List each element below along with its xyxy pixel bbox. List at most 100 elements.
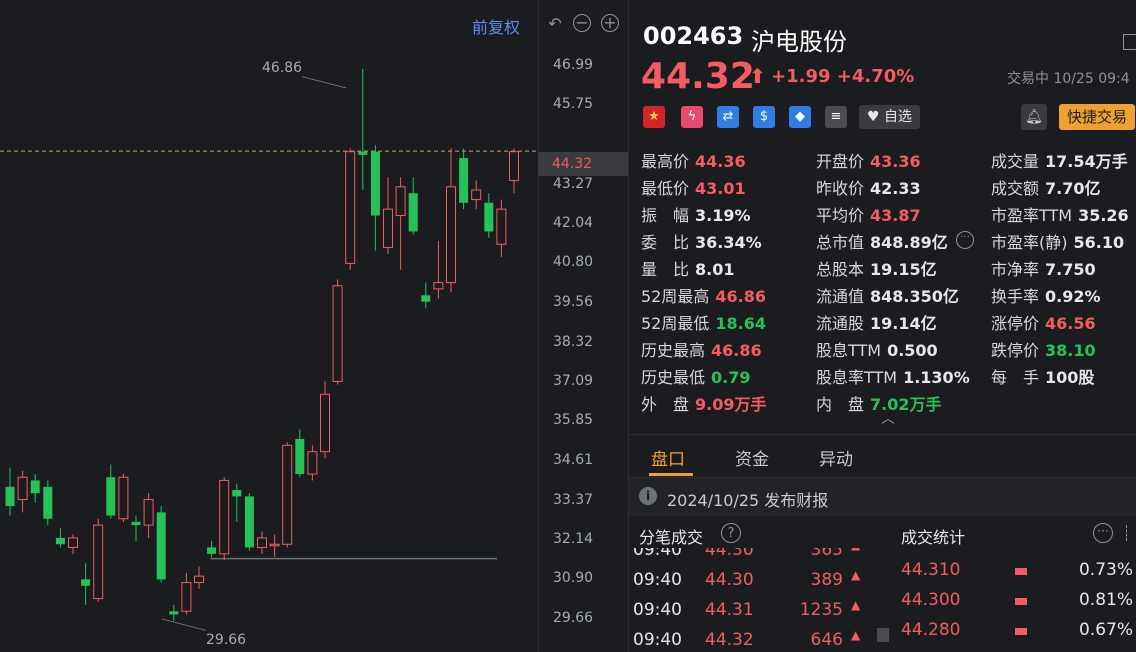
stat-value: 18.64 [715,314,766,333]
candle[interactable] [207,541,217,558]
stat-item: 历史最低 0.79 [641,364,751,388]
quick-trade-button[interactable]: 快捷交易 [1059,104,1136,130]
candle-body [68,537,78,548]
candle[interactable] [17,470,28,513]
tag-icon[interactable]: ◆ [789,106,811,128]
price-tick-label: 32.14 [553,530,594,547]
candle[interactable] [55,528,65,548]
kline-chart-panel[interactable]: 前复权 ↶ − + 46.99 45.75 43.27 42.04 40.80 39.56… [0,0,628,652]
candle[interactable] [156,505,166,583]
chevron-up-icon[interactable]: ︿ [881,408,895,428]
panel-toggle-icon[interactable] [1123,34,1136,50]
dollar-icon[interactable]: $ [753,106,775,128]
high-note-leader [301,76,347,89]
tick-list[interactable]: 09:40 44.30 365 ▲ 09:40 44.30 389 ▲ 09:40 44.31 12… [629,548,879,652]
stat-label: 52周最低 [641,314,710,333]
scroll-handle[interactable] [877,628,889,642]
candle-body [81,579,91,586]
candle[interactable] [408,177,418,235]
candlestick-chart[interactable] [0,0,538,652]
candle[interactable] [244,493,254,551]
candle[interactable] [257,531,267,554]
candle[interactable] [307,445,318,481]
candle[interactable] [5,467,15,516]
margin-trading-icon[interactable]: ϟ [681,106,703,128]
split-view-icon[interactable] [1126,525,1136,541]
china-flag-icon[interactable]: ★ [643,106,665,128]
candle[interactable] [194,566,204,589]
document-icon[interactable]: ≡ [825,106,847,128]
stat-value: 38.10 [1045,341,1096,360]
more-icon[interactable]: ··· [956,231,974,249]
candle[interactable] [320,381,330,459]
announcement-bar[interactable]: i 2024/10/25 发布财报 [629,478,1136,516]
candle[interactable] [282,442,293,548]
candle[interactable] [269,534,280,558]
candle[interactable] [30,474,40,503]
candle[interactable] [232,483,242,522]
add-favorite-button[interactable]: ♥ 自选 [859,105,921,129]
candle[interactable] [509,148,519,194]
help-icon[interactable]: ? [721,523,741,543]
connect-icon[interactable]: ⇄ [717,106,739,128]
stat-price: 44.280 [901,620,961,640]
candle[interactable] [332,279,343,385]
bell-icon[interactable]: 🔔︎ [1021,104,1047,130]
candle[interactable] [106,464,116,519]
candle[interactable] [68,534,78,554]
candle-body [194,575,204,584]
stat-item: 市净率 7.750 [991,256,1096,280]
stat-item: 最高价 44.36 [641,148,746,172]
candle[interactable] [169,604,179,621]
candle[interactable] [219,477,230,561]
tab-capital[interactable]: 资金 [735,445,769,470]
stats-more-icon[interactable]: ··· [1093,523,1113,543]
candle[interactable] [446,148,456,293]
stat-label: 平均价 [816,206,865,225]
stat-price: 44.310 [901,560,961,580]
candle[interactable] [43,480,53,526]
up-triangle-icon: ▲ [851,548,860,552]
price-tick-label: 37.09 [553,372,594,389]
adjust-mode-button[interactable]: 前复权 [472,14,520,38]
stat-value: 35.26 [1078,206,1129,225]
candle[interactable] [433,241,444,299]
stat-value: 19.15亿 [870,260,937,279]
tick-time: 09:40 [633,548,682,560]
stat-item: 最低价 43.01 [641,175,746,199]
candle[interactable] [459,148,469,210]
candle[interactable] [496,199,507,258]
candle[interactable] [143,493,154,538]
stat-item: 历史最高 46.86 [641,337,762,361]
candle[interactable] [383,177,393,254]
candle[interactable] [484,193,494,238]
stat-value: 19.14亿 [870,314,937,333]
stat-item: 流通值 848.350亿 [816,283,959,307]
tab-changes[interactable]: 异动 [819,445,853,470]
candle[interactable] [93,518,104,602]
stat-value: 17.54万手 [1045,152,1128,171]
candle[interactable] [295,429,305,478]
low-price-note: 29.66 [206,632,247,648]
candle[interactable] [81,563,91,605]
candle[interactable] [395,177,406,270]
low-note-leader [161,618,207,631]
stat-value: 46.86 [715,287,766,306]
candle[interactable] [370,145,380,251]
candle[interactable] [421,282,431,309]
stat-item: 流通股 19.14亿 [816,310,937,334]
candle[interactable] [131,515,141,542]
candle-body [143,499,154,526]
candle-body [295,438,305,475]
price-tick-label: 34.61 [553,451,594,468]
stat-value: 56.10 [1073,233,1125,252]
tab-orderbook[interactable]: 盘口 [651,445,685,470]
candle-body [484,202,494,232]
candle[interactable] [358,68,368,190]
stat-label: 开盘价 [816,152,865,171]
candle[interactable] [345,148,356,270]
price-tick-label: 46.99 [553,56,594,73]
candle[interactable] [471,180,482,210]
candle[interactable] [118,474,129,522]
candle[interactable] [181,572,192,615]
